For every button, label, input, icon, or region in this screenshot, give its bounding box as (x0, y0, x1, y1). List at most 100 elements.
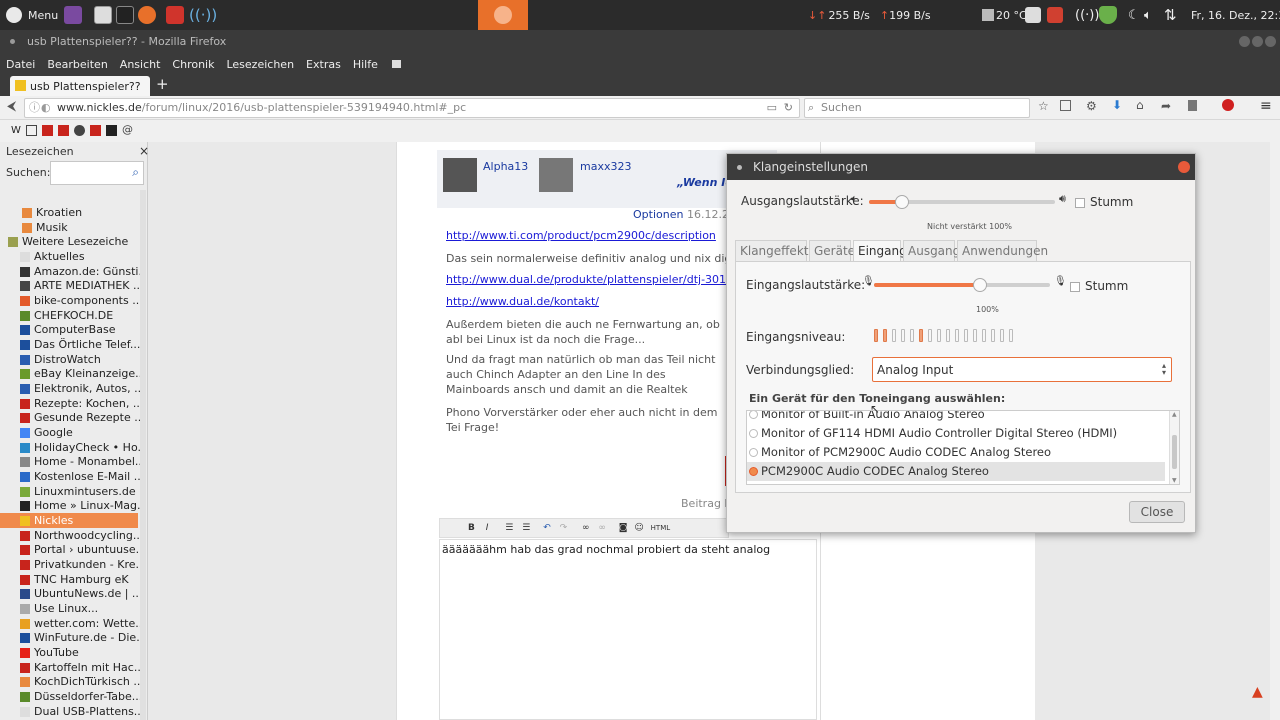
bookmark-item[interactable]: ComputerBase (20, 322, 140, 337)
bookmark-star-icon[interactable]: ☆ (1038, 99, 1049, 113)
close-window-icon[interactable] (1265, 36, 1276, 47)
bookmark-item[interactable]: Aktuelles (20, 249, 140, 264)
redo-icon[interactable]: ↷ (560, 523, 568, 533)
tray-display-icon[interactable] (1025, 0, 1041, 30)
reload-icon[interactable]: ↻ (784, 99, 793, 117)
bookmark-item[interactable]: Rezepte: Kochen, ... (20, 396, 140, 411)
menu-datei[interactable]: Datei (6, 58, 35, 71)
new-tab-button[interactable]: + (156, 75, 169, 93)
undo-icon[interactable]: ↶ (543, 523, 551, 533)
bookmark-item[interactable]: Elektronik, Autos, ... (20, 381, 140, 396)
output-mute-checkbox[interactable]: Stumm (1075, 195, 1133, 209)
device-item[interactable]: Monitor of GF114 HDMI Audio Controller D… (747, 424, 1165, 443)
tray-night-icon[interactable]: ☾ (1128, 0, 1140, 30)
launcher-terminal-icon[interactable] (116, 0, 134, 30)
bm-at-icon[interactable]: @ (122, 123, 133, 136)
bookmark-item[interactable]: ARTE MEDIATHEK ... (20, 278, 140, 293)
bookmark-item[interactable]: Portal › ubuntuuse... (20, 542, 140, 557)
close-button[interactable]: Close (1129, 501, 1185, 523)
tab-eingang[interactable]: Eingang (853, 240, 907, 262)
bookmark-item[interactable]: Nickles (0, 513, 138, 528)
back-icon[interactable]: ⮜ (7, 99, 16, 114)
options-link[interactable]: Optionen (633, 208, 683, 221)
bookmark-item[interactable]: Use Linux... (20, 601, 140, 616)
tab-geraete[interactable]: Geräte (809, 240, 855, 262)
adblock-icon[interactable] (1222, 99, 1234, 111)
output-volume-slider[interactable] (869, 195, 1055, 209)
reader-icon[interactable]: ▭ (767, 99, 777, 117)
link-ti-pcm2900c[interactable]: http://www.ti.com/product/pcm2900c/descr… (446, 229, 716, 242)
page-scrollbar[interactable] (1270, 142, 1280, 720)
menu-bearbeiten[interactable]: Bearbeiten (47, 58, 107, 71)
connector-select[interactable]: Analog Input ▴ ▾ (872, 357, 1172, 382)
launcher-mint-icon[interactable] (64, 0, 82, 30)
bookmark-item[interactable]: Kartoffeln mit Hac... (20, 660, 140, 675)
bookmark-item[interactable]: Dual USB-Plattens... (20, 704, 140, 719)
maximize-icon[interactable] (1252, 36, 1263, 47)
bookmark-item[interactable]: CHEFKOCH.DE (20, 308, 140, 323)
clipboard-icon[interactable] (1188, 100, 1197, 111)
dialog-menu-icon[interactable] (737, 165, 742, 170)
input-volume-knob[interactable] (972, 278, 987, 292)
link-icon[interactable]: ∞ (582, 523, 590, 533)
url-field[interactable]: ⓘ ◐ www.nickles.de/forum/linux/2016/usb-… (24, 98, 800, 118)
bookmark-item[interactable]: HolidayCheck • Ho... (20, 440, 140, 455)
menu-chronik[interactable]: Chronik (172, 58, 214, 71)
bookmark-item[interactable]: Kostenlose E-Mail ... (20, 469, 140, 484)
menu-button[interactable]: Menu (6, 0, 58, 30)
tray-volume-icon[interactable]: 🔈︎ (1144, 0, 1152, 30)
bookmark-item[interactable]: UbuntuNews.de | ... (20, 586, 140, 601)
bm-eye-icon[interactable] (74, 125, 85, 136)
menu-ansicht[interactable]: Ansicht (120, 58, 161, 71)
tray-shield-icon[interactable] (1099, 0, 1117, 30)
scroll-down-icon[interactable]: ▼ (1172, 477, 1177, 484)
italic-icon[interactable]: I (486, 523, 489, 533)
link-dual-dtj[interactable]: http://www.dual.de/produkte/plattenspiel… (446, 273, 741, 286)
bookmark-item[interactable]: wetter.com: Wette... (20, 616, 140, 631)
editor-textarea[interactable]: ääääääähm hab das grad nochmal probiert … (439, 539, 817, 720)
device-item-selected[interactable]: PCM2900C Audio CODEC Analog Stereo (747, 462, 1165, 481)
pocket-icon[interactable] (1060, 100, 1071, 111)
settings-gear-icon[interactable]: ⚙ (1086, 99, 1097, 113)
bm-wikipedia-icon[interactable]: W (11, 125, 21, 136)
scroll-thumb[interactable] (1172, 435, 1177, 469)
hamburger-menu-icon[interactable]: ≡ (1260, 98, 1272, 114)
unlink-icon[interactable]: ∞ (598, 523, 606, 533)
bookmark-item[interactable]: YouTube (20, 645, 140, 660)
tab-ausgang[interactable]: Ausgang (903, 240, 960, 262)
bm-red2-icon[interactable] (58, 125, 69, 136)
camera-icon[interactable]: ◙ (619, 523, 628, 533)
user-maxx323[interactable]: maxx323 (580, 160, 631, 173)
download-icon[interactable]: ⬇ (1112, 98, 1122, 112)
bookmark-item[interactable]: DistroWatch (20, 352, 140, 367)
bm-red3-icon[interactable] (90, 125, 101, 136)
bookmark-item[interactable]: eBay Kleinanzeige... (20, 366, 140, 381)
bookmark-item[interactable]: KochDichTürkisch ... (20, 674, 140, 689)
bookmark-item[interactable]: Google (20, 425, 140, 440)
input-mute-checkbox[interactable]: Stumm (1070, 279, 1128, 293)
bm-sb-icon[interactable] (26, 125, 37, 136)
menu-lesezeichen[interactable]: Lesezeichen (226, 58, 294, 71)
launcher-files-icon[interactable] (94, 0, 112, 30)
menu-hilfe[interactable]: Hilfe (353, 58, 378, 71)
bookmark-item[interactable]: Privatkunden - Kre... (20, 557, 140, 572)
link-dual-kontakt[interactable]: http://www.dual.de/kontakt/ (446, 295, 599, 308)
bm-dark-icon[interactable] (106, 125, 117, 136)
scroll-top-icon[interactable]: ▲ (1252, 684, 1263, 700)
menu-extras[interactable]: Extras (306, 58, 341, 71)
bookmark-item[interactable]: Linuxmintusers.de (20, 484, 140, 499)
launcher-vivaldi-icon[interactable] (166, 0, 184, 30)
tab-klangeffekte[interactable]: Klangeffekte (735, 240, 816, 262)
bookmark-item[interactable]: Gesunde Rezepte ... (20, 410, 140, 425)
scroll-up-icon[interactable]: ▲ (1172, 411, 1177, 418)
bookmark-folder[interactable]: Weitere Lesezeichen (8, 234, 128, 249)
numbered-list-icon[interactable]: ☰ (522, 523, 530, 533)
html-icon[interactable]: HTML (651, 524, 670, 532)
output-volume-knob[interactable] (895, 195, 910, 209)
print-icon[interactable] (391, 60, 401, 68)
bookmark-item[interactable]: Düsseldorfer-Tabe... (20, 689, 140, 704)
home-icon[interactable]: ⌂ (1136, 98, 1144, 112)
clock[interactable]: Fr, 16. Dez., 22:31 (1191, 0, 1280, 30)
search-field[interactable]: ⌕ Suchen (804, 98, 1030, 118)
bookmark-item[interactable]: Das Örtliche Telef... (20, 337, 140, 352)
